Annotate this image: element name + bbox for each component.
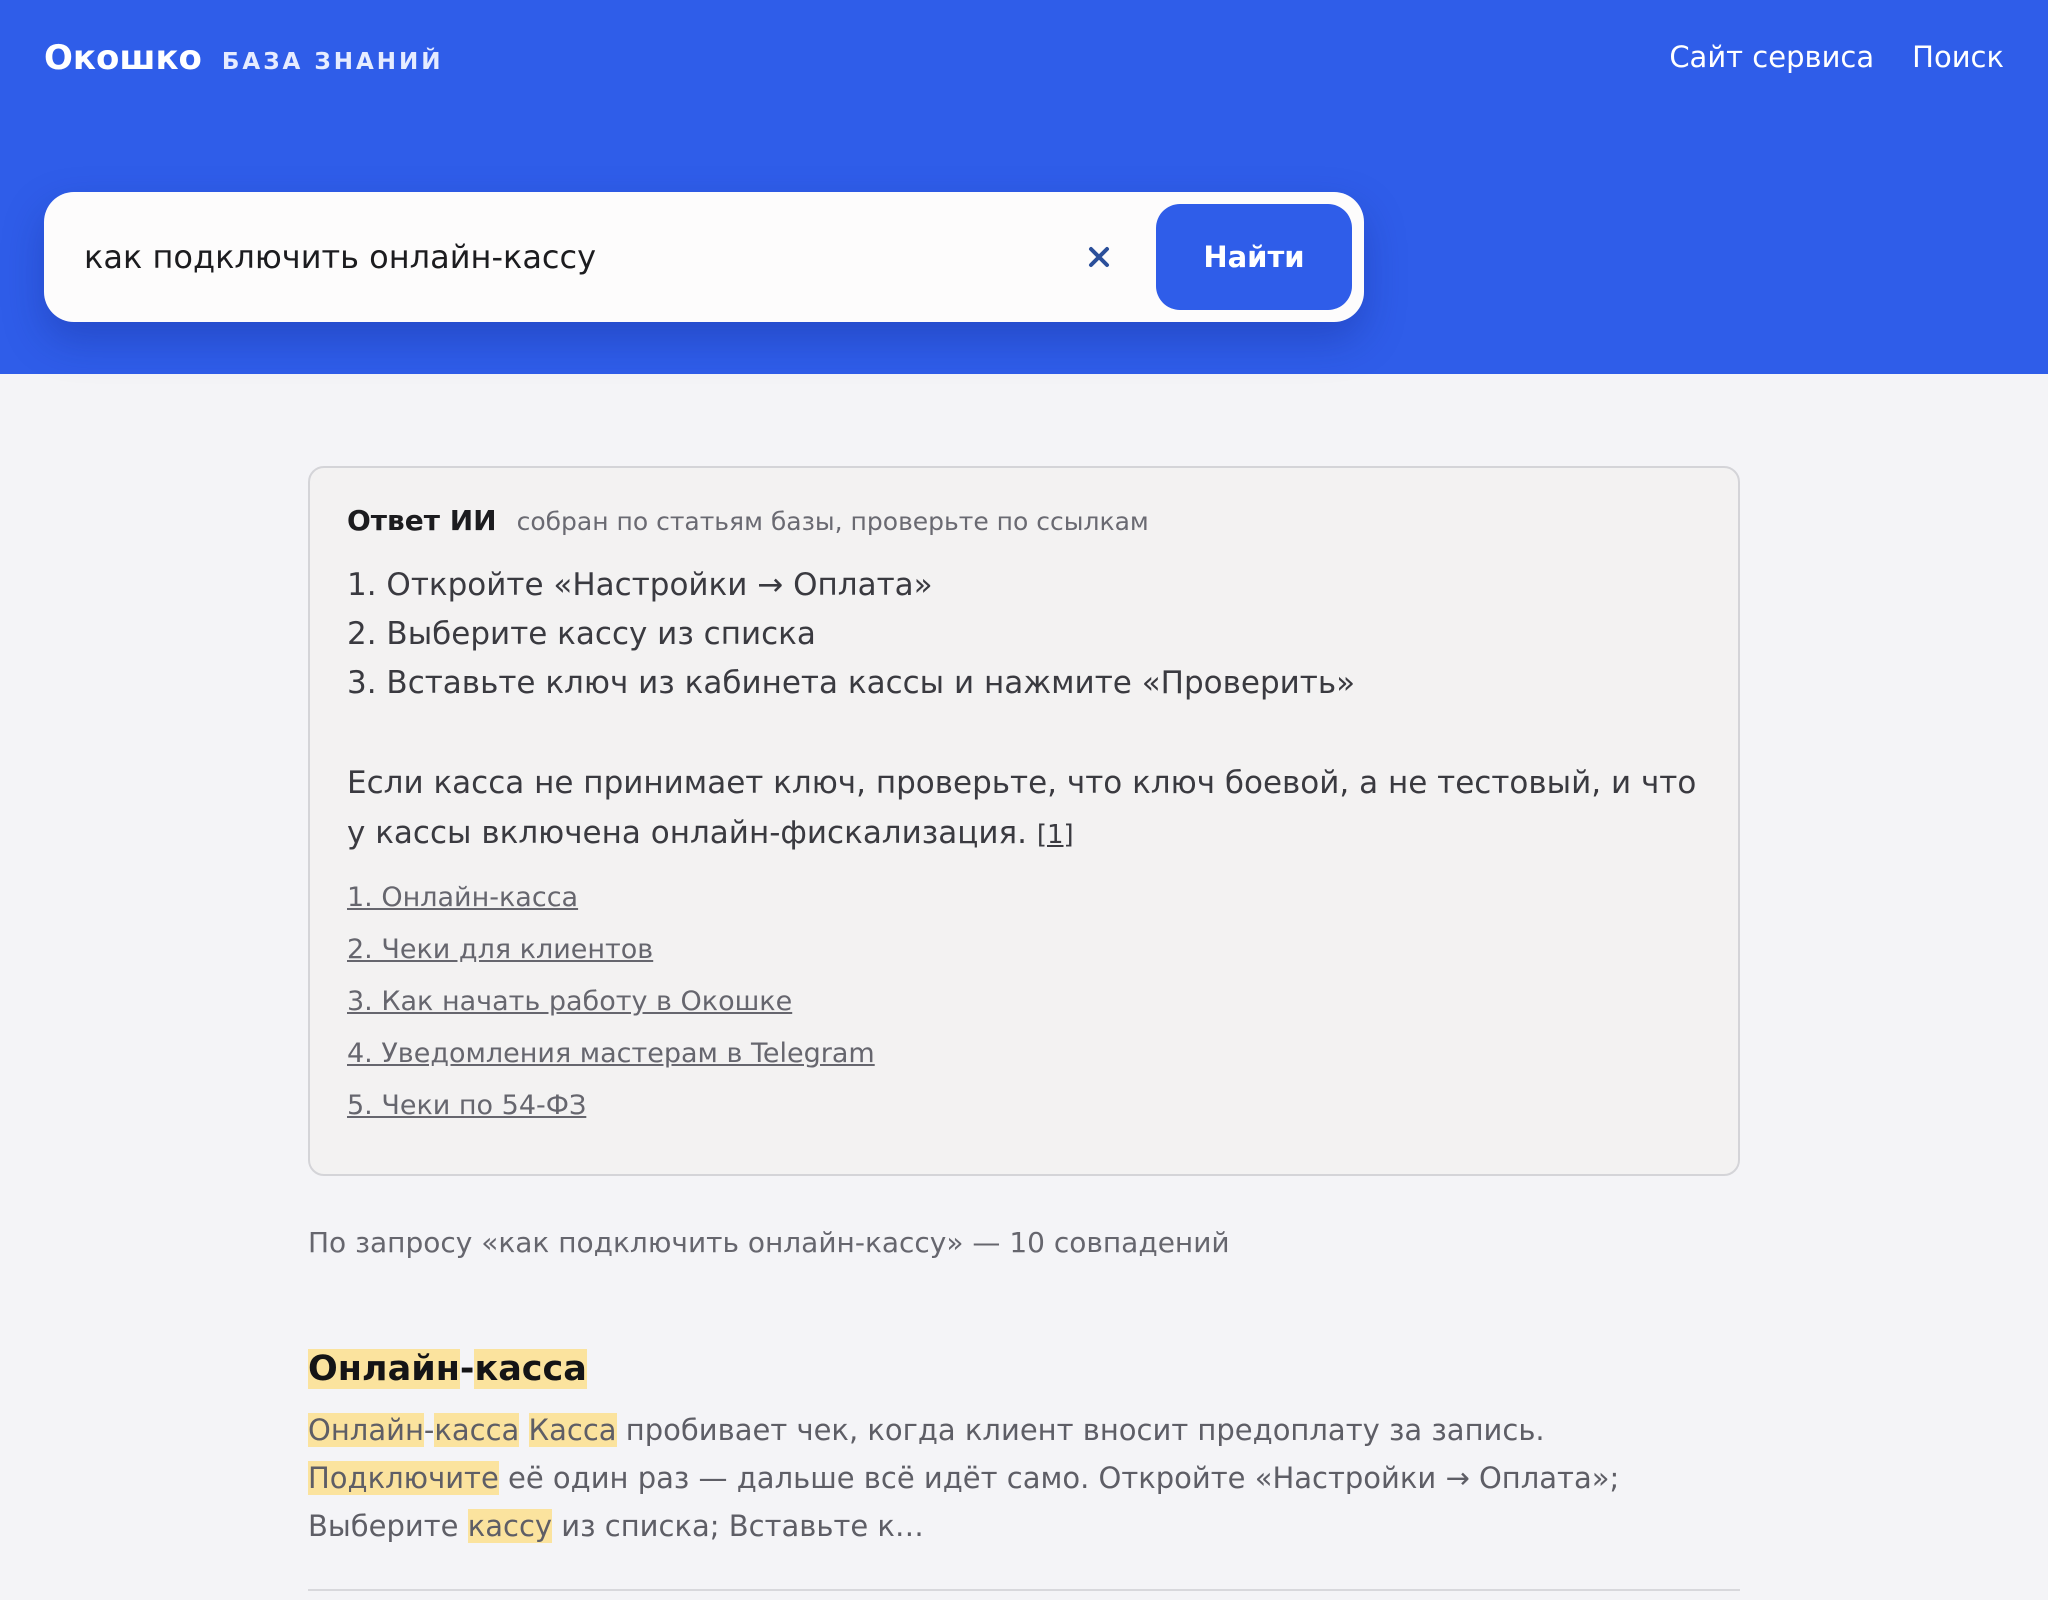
search-highlight: касса [434, 1413, 520, 1447]
list-item: 4. Уведомления мастерам в Telegram [347, 1038, 1701, 1090]
source-link[interactable]: 5. Чеки по 54-ФЗ [347, 1090, 586, 1121]
ai-answer-text: Если касса не принимает ключ, проверьте,… [347, 765, 1697, 851]
ai-answer-step: 3. Вставьте ключ из кабинета кассы и наж… [347, 665, 1356, 701]
divider [308, 1589, 1740, 1591]
ai-answer-step: 1. Откройте «Настройки → Оплата» [347, 567, 933, 603]
search-highlight: кассу [467, 1509, 553, 1543]
close-icon[interactable] [1076, 234, 1122, 280]
search-highlight: Касса [528, 1413, 617, 1447]
brand[interactable]: Окошко БАЗА ЗНАНИЙ [44, 38, 444, 78]
ai-answer-paragraph: Если касса не принимает ключ, проверьте,… [347, 758, 1701, 860]
top-nav: Сайт сервиса Поиск [1669, 40, 2004, 74]
result-snippet: Онлайн-касса Касса пробивает чек, когда … [308, 1406, 1740, 1550]
text-run: - [423, 1413, 435, 1447]
search-highlight: Подключите [308, 1461, 499, 1495]
citation-link[interactable]: [1] [1037, 820, 1074, 850]
header: Окошко БАЗА ЗНАНИЙ Сайт сервиса Поиск На… [0, 0, 2048, 374]
list-item: 5. Чеки по 54-ФЗ [347, 1090, 1701, 1142]
result-title[interactable]: Онлайн-касса [308, 1344, 1740, 1394]
ai-answer-step: 2. Выберите кассу из списка [347, 616, 816, 652]
list-item: 3. Как начать работу в Окошке [347, 986, 1701, 1038]
ai-answer-steps: 1. Откройте «Настройки → Оплата» 2. Выбе… [347, 561, 1701, 708]
ai-answer-card: Ответ ИИ собран по статьям базы, проверь… [308, 466, 1740, 1176]
source-link[interactable]: 2. Чеки для клиентов [347, 934, 653, 965]
text-run: - [459, 1349, 475, 1389]
brand-name[interactable]: Окошко [44, 38, 202, 78]
ai-answer-header: Ответ ИИ собран по статьям базы, проверь… [347, 504, 1701, 537]
results-summary: По запросу «как подключить онлайн-кассу»… [308, 1226, 1230, 1259]
list-item: 2. Чеки для клиентов [347, 934, 1701, 986]
search-button[interactable]: Найти [1156, 204, 1352, 310]
nav-link-search[interactable]: Поиск [1912, 40, 2004, 74]
search-highlight: касса [474, 1349, 587, 1389]
source-link[interactable]: 3. Как начать работу в Окошке [347, 986, 792, 1017]
text-run: из списка; Вставьте к… [552, 1509, 924, 1543]
search-highlight: Онлайн [308, 1413, 424, 1447]
nav-link-service-site[interactable]: Сайт сервиса [1669, 40, 1874, 74]
search-result: Онлайн-касса Онлайн-касса Касса пробивае… [308, 1344, 1740, 1550]
list-item: 1. Онлайн-касса [347, 882, 1701, 934]
ai-answer-title: Ответ ИИ [347, 504, 497, 537]
source-link[interactable]: 1. Онлайн-касса [347, 882, 578, 913]
ai-answer-note: собран по статьям базы, проверьте по ссы… [516, 507, 1149, 536]
source-link[interactable]: 4. Уведомления мастерам в Telegram [347, 1038, 875, 1069]
search-input[interactable] [44, 192, 1044, 322]
text-run: пробивает чек, когда клиент вносит предо… [616, 1413, 1545, 1447]
search-bar: Найти [44, 192, 1364, 322]
brand-section: БАЗА ЗНАНИЙ [221, 49, 444, 75]
search-highlight: Онлайн [308, 1349, 460, 1389]
text-run [519, 1413, 528, 1447]
ai-answer-sources: 1. Онлайн-касса 2. Чеки для клиентов 3. … [347, 882, 1701, 1142]
